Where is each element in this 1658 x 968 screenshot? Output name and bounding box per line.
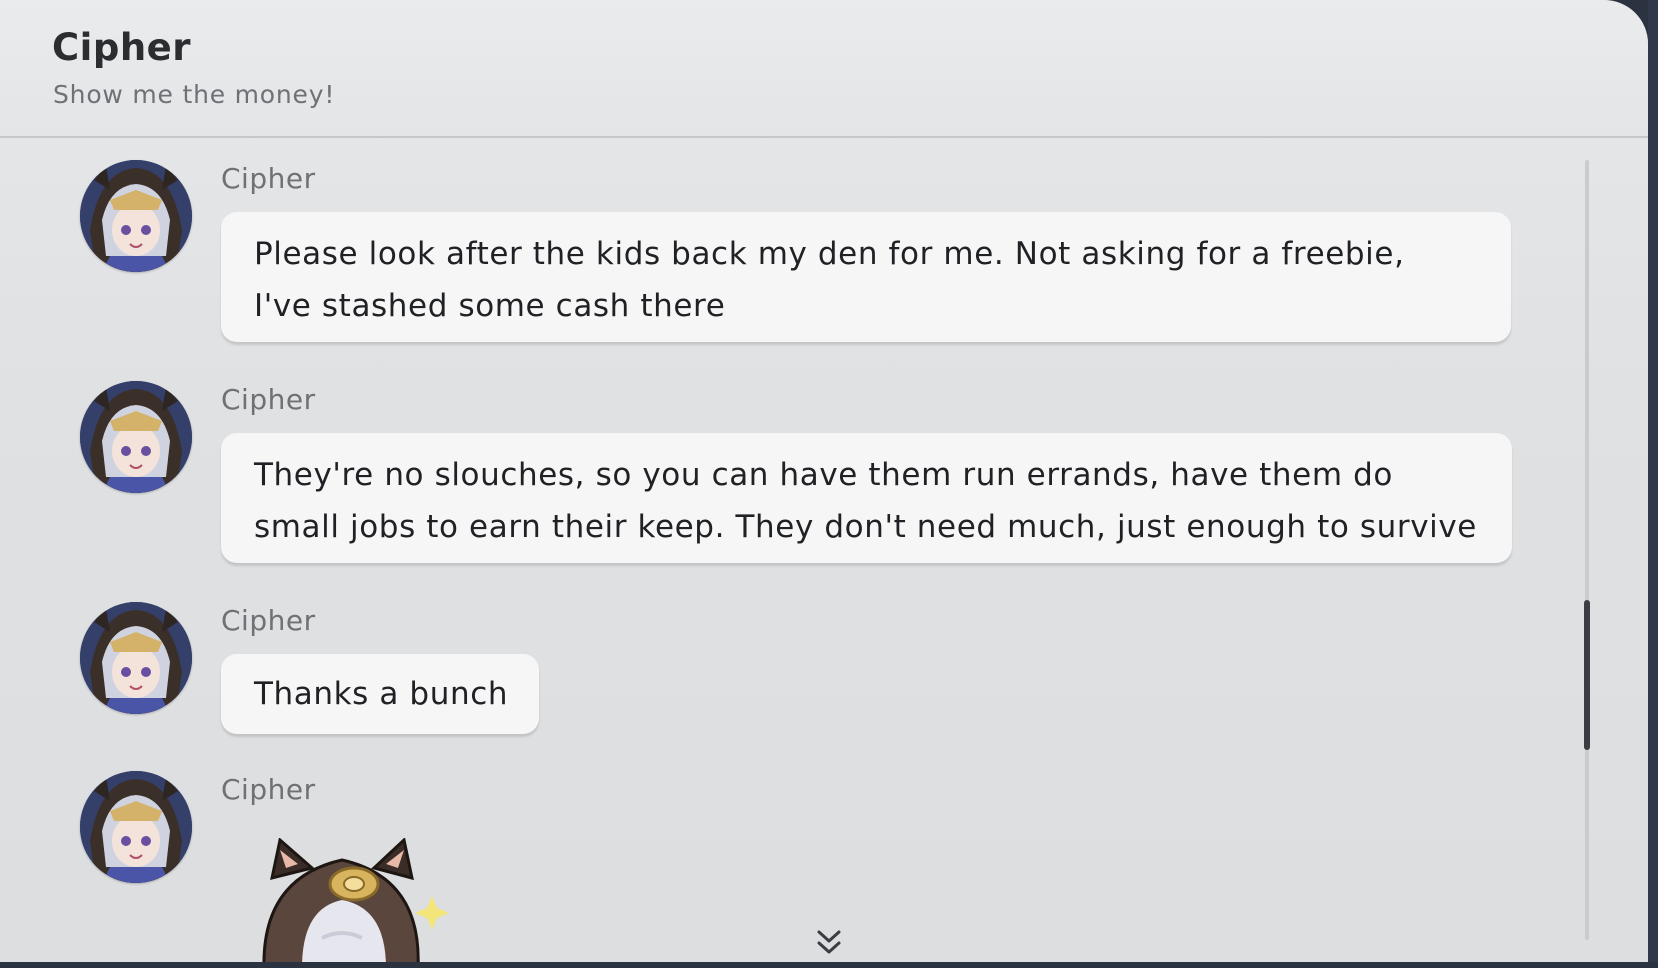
chat-subtitle: Show me the money! bbox=[53, 80, 336, 109]
cipher-avatar-icon[interactable] bbox=[80, 771, 192, 883]
message-bubble: Please look after the kids back my den f… bbox=[221, 212, 1511, 342]
scrollbar-track[interactable] bbox=[1585, 160, 1589, 940]
double-chevron-down-icon[interactable] bbox=[814, 928, 844, 958]
message-bubble: They're no slouches, so you can have the… bbox=[221, 433, 1512, 563]
message-sender: Cipher bbox=[221, 604, 316, 637]
message-text: Please look after the kids back my den f… bbox=[254, 236, 1405, 272]
cipher-avatar-icon[interactable] bbox=[80, 381, 192, 493]
chat-header: Cipher Show me the money! bbox=[0, 0, 1648, 138]
cipher-cat-hood-sticker[interactable] bbox=[262, 838, 462, 962]
scrollbar-thumb[interactable] bbox=[1584, 600, 1590, 750]
message-text: I've stashed some cash there bbox=[254, 288, 726, 324]
chat-panel: Cipher Show me the money! Cipher Please … bbox=[0, 0, 1648, 962]
message-sender: Cipher bbox=[221, 383, 316, 416]
message-thread[interactable]: Cipher Please look after the kids back m… bbox=[0, 138, 1588, 962]
message-bubble: Thanks a bunch bbox=[221, 654, 539, 734]
cipher-avatar-icon[interactable] bbox=[80, 160, 192, 272]
message-sender: Cipher bbox=[221, 773, 316, 806]
chat-title: Cipher bbox=[52, 26, 192, 69]
window-bottom-edge bbox=[0, 962, 1658, 968]
cipher-avatar-icon[interactable] bbox=[80, 602, 192, 714]
message-text: They're no slouches, so you can have the… bbox=[254, 457, 1393, 493]
window-edge bbox=[1648, 0, 1658, 968]
message-sender: Cipher bbox=[221, 162, 316, 195]
message-text: Thanks a bunch bbox=[254, 676, 509, 712]
message-text: small jobs to earn their keep. They don'… bbox=[254, 509, 1477, 545]
